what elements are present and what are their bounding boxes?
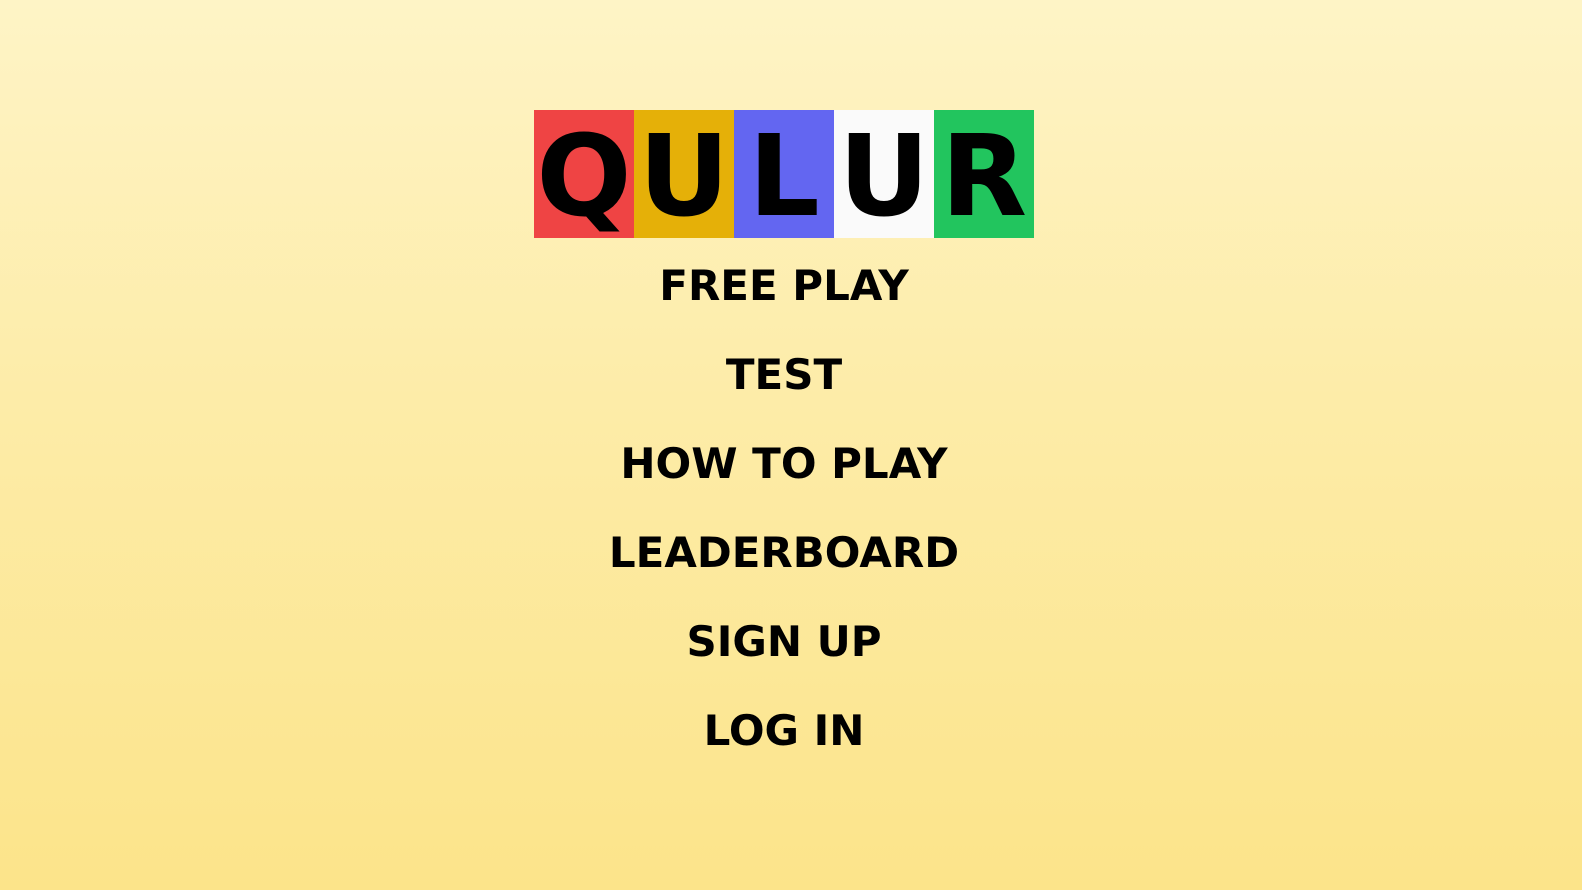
leaderboard-button[interactable]: LEADERBOARD xyxy=(609,524,959,613)
free-play-button[interactable]: FREE PLAY xyxy=(659,257,908,346)
logo-tile-q: Q xyxy=(534,110,634,238)
logo-tile-u-2: U xyxy=(834,110,934,238)
logo-tile-r: R xyxy=(934,110,1034,238)
test-button[interactable]: TEST xyxy=(726,346,842,435)
logo-tile-l: L xyxy=(734,110,834,238)
logo-tile-u: U xyxy=(634,110,734,238)
log-in-button[interactable]: LOG IN xyxy=(704,702,865,791)
how-to-play-button[interactable]: HOW TO PLAY xyxy=(620,435,947,524)
sign-up-button[interactable]: SIGN UP xyxy=(686,613,881,702)
main-menu: FREE PLAY TEST HOW TO PLAY LEADERBOARD S… xyxy=(0,257,1568,791)
game-logo: Q U L U R xyxy=(534,110,1034,238)
